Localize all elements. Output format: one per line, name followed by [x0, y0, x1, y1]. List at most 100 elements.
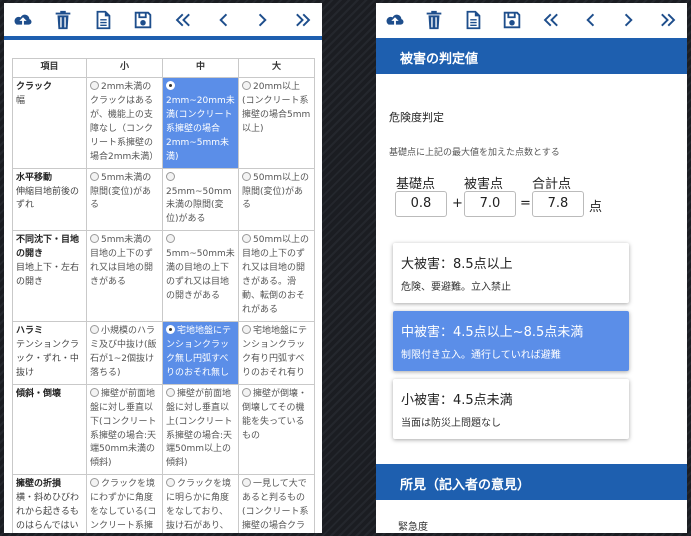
- radio-button[interactable]: [242, 324, 251, 334]
- radio-button[interactable]: [242, 478, 251, 488]
- table-header-row: 項目 小 中 大: [12, 58, 315, 78]
- cloud-upload-icon[interactable]: [382, 7, 408, 33]
- save-icon[interactable]: [130, 7, 156, 33]
- next-page-icon[interactable]: [616, 7, 642, 33]
- radio-button[interactable]: [90, 324, 99, 334]
- document-icon[interactable]: [90, 7, 116, 33]
- table-row: 不同沈下・目地の開き 目地上下・左右の開き 5mm未満の目地の上下のずれ又は目地の開…: [12, 230, 315, 322]
- row-item-cell: クラック幅: [12, 76, 87, 169]
- trash-icon[interactable]: [50, 7, 76, 33]
- document-icon[interactable]: [460, 7, 486, 33]
- row-item-cell: 水平移動 伸縮目地前後のずれ: [12, 167, 87, 232]
- radio-button[interactable]: [242, 171, 251, 181]
- damage-score-field[interactable]: 7.0: [464, 191, 516, 217]
- option-cell[interactable]: 宅地地盤にテンションクラック無し円弧すべりのおそれ無し: [162, 320, 239, 385]
- option-text: 宅地地盤にテンションクラック有り円弧すべりのおそれ有り: [242, 325, 308, 378]
- radio-button[interactable]: [90, 387, 99, 397]
- option-cell[interactable]: 擁壁が倒壊・倒壊してその機能を失っているもの: [238, 383, 315, 476]
- radio-button[interactable]: [242, 234, 251, 244]
- level-card-small[interactable]: 小被害：4.5点未満 当面は防災上問題なし: [393, 379, 629, 439]
- row-item-title: 不同沈下・目地の開き: [16, 235, 80, 260]
- equals-sign: =: [520, 196, 531, 211]
- trash-icon[interactable]: [421, 7, 447, 33]
- option-text: 一見して大であると判るもの(コンクリート系擁壁の場合クラックを境に: [242, 479, 309, 532]
- option-cell[interactable]: クラックを境に明らかに角度をなしており、抜け石があり、裏込: [162, 474, 239, 533]
- radio-button[interactable]: [90, 171, 99, 181]
- radio-button[interactable]: [90, 234, 99, 244]
- option-text: 50mm以上の隙間(変位)がある: [242, 172, 309, 211]
- option-cell[interactable]: 擁壁が前面地盤に対し垂直以上(コンクリート系擁壁の場合:天端50mm以上の傾斜): [162, 383, 239, 476]
- option-cell[interactable]: 擁壁が前面地盤に対し垂直以下(コンクリート系擁壁の場合:天端50mm未満の傾斜): [86, 383, 163, 476]
- table-row: 擁壁の折損 横・斜めひびわれから起きるものはらんではい クラックを境にわずかに角度を…: [12, 474, 315, 533]
- level-desc: 当面は防災上問題なし: [401, 418, 501, 429]
- header-medium: 中: [162, 58, 239, 78]
- last-page-icon[interactable]: [655, 7, 681, 33]
- save-icon[interactable]: [499, 7, 525, 33]
- header-item: 項目: [12, 58, 87, 78]
- radio-button[interactable]: [242, 387, 251, 397]
- risk-judgement-label: 危険度判定: [389, 111, 444, 124]
- toolbar-right: [376, 3, 687, 36]
- option-cell[interactable]: 5mm未満の隙間(変位)がある: [86, 167, 163, 232]
- cloud-upload-icon[interactable]: [10, 7, 36, 33]
- radio-button[interactable]: [166, 478, 175, 488]
- damage-table-wrap: 項目 小 中 大 クラック幅 2mm未満のクラックはあるが、機能上の支障なし（コン…: [12, 58, 315, 533]
- option-cell[interactable]: 50mm以上の隙間(変位)がある: [238, 167, 315, 232]
- option-text: クラックを境に明らかに角度をなしており、抜け石があり、裏込: [166, 479, 232, 532]
- option-text: 擁壁が前面地盤に対し垂直以下(コンクリート系擁壁の場合:天端50mm未満の傾斜): [90, 388, 157, 469]
- row-item-title: 傾斜・倒壊: [16, 388, 62, 399]
- first-page-icon[interactable]: [170, 7, 196, 33]
- level-title: 小被害：4.5点未満: [401, 393, 513, 408]
- option-cell[interactable]: 5mm~50mm未満の目地の上下のずれ又は目地の開きがある: [162, 230, 239, 322]
- radio-button[interactable]: [242, 80, 251, 90]
- toolbar-left: [4, 3, 322, 40]
- option-text: 50mm以上の目地の上下のずれ又は目地の開きがある。滑動、転倒のおそれがある: [242, 235, 309, 315]
- row-item-title: クラック: [16, 81, 53, 92]
- table-row: 水平移動 伸縮目地前後のずれ 5mm未満の隙間(変位)がある 25mm~50mm未満の…: [12, 167, 315, 232]
- level-desc: 制限付き立入。通行していれば避難: [401, 350, 561, 361]
- radio-button[interactable]: [166, 234, 175, 244]
- level-title: 中被害：4.5点以上~8.5点未満: [401, 325, 584, 340]
- level-card-medium[interactable]: 中被害：4.5点以上~8.5点未満 制限付き立入。通行していれば避難: [393, 311, 629, 371]
- option-text: 宅地地盤にテンションクラック無し円弧すべりのおそれ無し: [166, 325, 232, 378]
- row-item-title: ハラミ: [16, 325, 44, 336]
- row-item-title: 水平移動: [16, 172, 53, 183]
- option-cell[interactable]: 宅地地盤にテンションクラック有り円弧すべりのおそれ有り: [238, 320, 315, 385]
- calculation-note: 基礎点に上記の最大値を加えた点数とする: [389, 148, 560, 158]
- option-text: 擁壁が前面地盤に対し垂直以上(コンクリート系擁壁の場合:天端50mm以上の傾斜): [166, 388, 233, 469]
- total-score-field[interactable]: 7.8: [532, 191, 584, 217]
- prev-page-icon[interactable]: [210, 7, 236, 33]
- option-text: 25mm~50mm未満の隙間(変位)がある: [166, 186, 232, 225]
- judgement-section-title: 被害の判定値: [376, 38, 687, 74]
- radio-button[interactable]: [166, 80, 175, 90]
- base-score-field[interactable]: 0.8: [395, 191, 447, 217]
- option-cell[interactable]: 2mm未満のクラックはあるが、機能上の支障なし（コンクリート系擁壁の場合2mm未…: [86, 76, 163, 169]
- option-cell[interactable]: 小規模のハラミ及び中抜け(飯石が1~2個抜け落ちる): [86, 320, 163, 385]
- option-cell[interactable]: 2mm~20mm未満(コンクリート系擁壁の場合2mm~5mm未満): [162, 76, 239, 169]
- plus-sign: +: [452, 196, 463, 211]
- option-cell[interactable]: 5mm未満の目地の上下のずれ又は目地の開きがある: [86, 230, 163, 322]
- radio-button[interactable]: [166, 387, 175, 397]
- prev-page-icon[interactable]: [577, 7, 603, 33]
- option-cell[interactable]: 25mm~50mm未満の隙間(変位)がある: [162, 167, 239, 232]
- level-title: 大被害：8.5点以上: [401, 257, 513, 272]
- radio-button[interactable]: [90, 80, 99, 90]
- radio-button[interactable]: [166, 324, 175, 334]
- table-row: ハラミ テンションクラック・ずれ・中抜け 小規模のハラミ及び中抜け(飯石が1~2個抜…: [12, 320, 315, 385]
- radio-button[interactable]: [90, 478, 99, 488]
- option-cell[interactable]: クラックを境にわずかに角度をなしている(コンクリート系擁壁の場合がク: [86, 474, 163, 533]
- row-item-cell: 擁壁の折損 横・斜めひびわれから起きるものはらんではい: [12, 474, 87, 533]
- option-text: クラックを境にわずかに角度をなしている(コンクリート系擁壁の場合がク: [90, 479, 157, 532]
- urgency-label: 緊急度: [398, 522, 428, 533]
- option-cell[interactable]: 20mm以上(コンクリート系擁壁の場合5mm以上): [238, 76, 315, 169]
- last-page-icon[interactable]: [290, 7, 316, 33]
- row-item-cell: ハラミ テンションクラック・ずれ・中抜け: [12, 320, 87, 385]
- option-cell[interactable]: 一見して大であると判るもの(コンクリート系擁壁の場合クラックを境に: [238, 474, 315, 533]
- right-panel: 被害の判定値 危険度判定 基礎点に上記の最大値を加えた点数とする 基礎点 被害点…: [376, 3, 687, 533]
- next-page-icon[interactable]: [250, 7, 276, 33]
- level-card-large[interactable]: 大被害：8.5点以上 危険、要避難。立入禁止: [393, 243, 629, 303]
- first-page-icon[interactable]: [538, 7, 564, 33]
- row-item-title: 擁壁の折損: [16, 479, 62, 490]
- radio-button[interactable]: [166, 171, 175, 181]
- option-cell[interactable]: 50mm以上の目地の上下のずれ又は目地の開きがある。滑動、転倒のおそれがある: [238, 230, 315, 322]
